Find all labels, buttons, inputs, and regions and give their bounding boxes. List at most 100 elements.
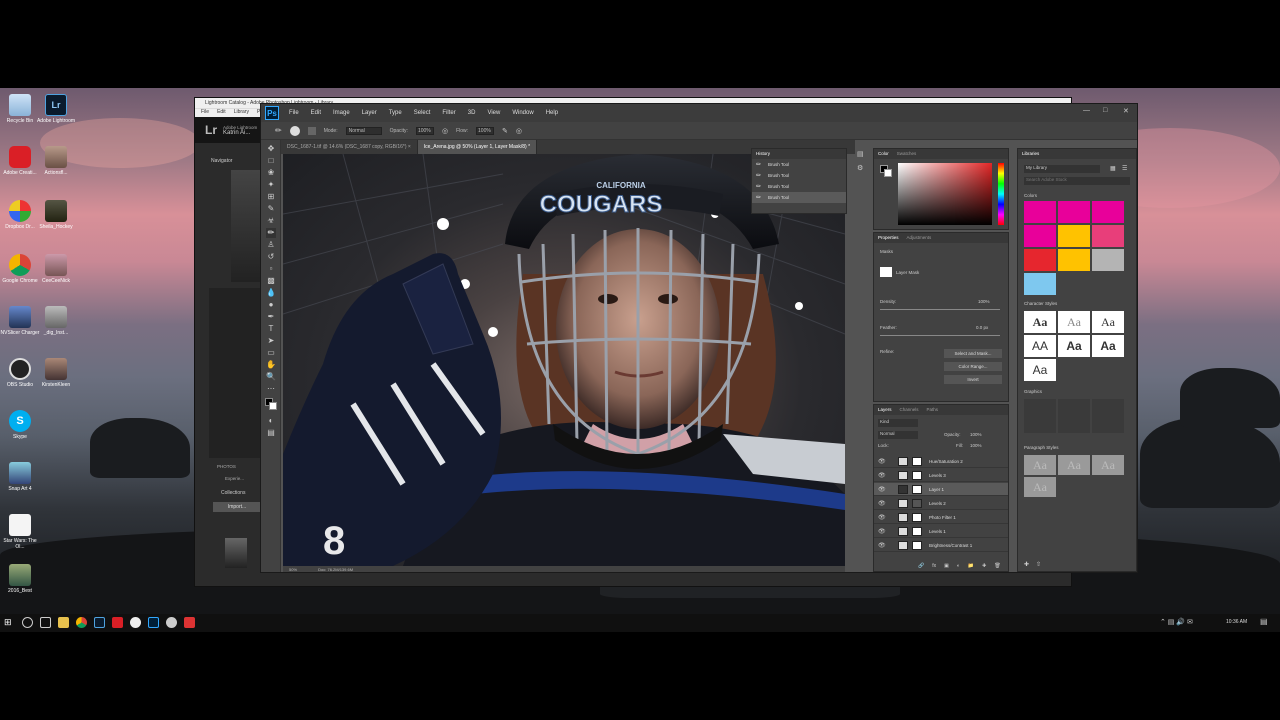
character-style[interactable]: AA	[1024, 335, 1056, 357]
layer-opacity-value[interactable]: 100%	[970, 432, 982, 437]
color-background[interactable]	[884, 169, 892, 177]
color-range-button[interactable]: Color Range...	[944, 362, 1002, 371]
desktop-icon-ceeceenick[interactable]: CeeCeeNick	[36, 254, 76, 304]
desktop-icon-dig-inst[interactable]: _dig_Inst...	[36, 306, 76, 356]
tab-color[interactable]: Color	[878, 149, 889, 159]
layer-mask-thumb[interactable]	[912, 541, 922, 550]
desktop-icon-obs[interactable]: OBS Studio	[0, 358, 40, 408]
file-explorer-icon[interactable]	[58, 617, 69, 628]
mode-select[interactable]: Normal	[345, 126, 382, 135]
history-panel[interactable]: History ✏ Brush Tool ✏ Brush Tool ✏ Brush T…	[751, 148, 847, 214]
tab-paths[interactable]: Paths	[927, 405, 939, 415]
desktop-icon-star-wars[interactable]: Star Wars: The Ol...	[0, 514, 40, 564]
opacity-field[interactable]: 100%	[415, 126, 434, 135]
brush-preset-picker[interactable]	[289, 125, 300, 136]
color-swatch[interactable]	[1024, 249, 1056, 271]
status-zoom[interactable]: 50%	[289, 567, 297, 572]
layers-panel[interactable]: Layers Channels Paths Kind Normal Opacit…	[873, 404, 1009, 572]
desktop-icon-skype[interactable]: S Skype	[0, 410, 40, 460]
layer-row[interactable]: 👁 Hue/Saturation 2	[874, 455, 1008, 468]
history-item[interactable]: ✏ Brush Tool	[752, 159, 846, 170]
zoom-tool-icon[interactable]: 🔍	[266, 372, 276, 382]
tab-swatches[interactable]: Swatches	[897, 149, 917, 159]
app-taskbar-icon[interactable]	[166, 617, 177, 628]
quick-mask-icon[interactable]: ◐	[266, 416, 276, 426]
properties-dock-icon[interactable]: ⚙	[857, 164, 869, 172]
crop-tool-icon[interactable]: ⊞	[266, 192, 276, 202]
lr-menu-file[interactable]: File	[201, 109, 209, 117]
invert-button[interactable]: Invert	[944, 375, 1002, 384]
character-style[interactable]: Aa	[1024, 311, 1056, 333]
character-style[interactable]: Aa	[1024, 359, 1056, 381]
density-slider[interactable]	[880, 309, 1000, 310]
graphic-item[interactable]	[1058, 399, 1090, 433]
maximize-icon[interactable]: □	[1103, 107, 1107, 114]
background-color-swatch[interactable]	[269, 402, 277, 410]
desktop-icon-recycle-bin[interactable]: Recycle Bin	[0, 94, 40, 144]
layer-row[interactable]: 👁 Photo Filter 1	[874, 511, 1008, 524]
select-and-mask-button[interactable]: Select and Mask...	[944, 349, 1002, 358]
visibility-eye-icon[interactable]: 👁	[878, 458, 886, 465]
dodge-tool-icon[interactable]: ●	[266, 300, 276, 310]
layer-row-selected[interactable]: 👁 Layer 1	[874, 483, 1008, 496]
ps-menu-select[interactable]: Select	[408, 110, 437, 116]
ps-menu-view[interactable]: View	[481, 110, 506, 116]
desktop-icon-creative-cloud[interactable]: Adobe Creati...	[0, 146, 40, 196]
desktop-icon-dropbox[interactable]: Dropbox Dr...	[0, 200, 40, 250]
history-item[interactable]: ✏ Brush Tool	[752, 170, 846, 181]
ps-menu-edit[interactable]: Edit	[305, 110, 327, 116]
screen-mode-icon[interactable]: ▤	[266, 428, 276, 438]
library-select[interactable]: My Library	[1024, 165, 1100, 173]
layer-row[interactable]: 👁 Levels 2	[874, 497, 1008, 510]
system-tray-icons[interactable]: ⌃ ▤ 🔊 ✉	[1160, 618, 1193, 626]
layer-mask-thumb[interactable]	[912, 527, 922, 536]
grid-view-icon[interactable]: ▦	[1110, 165, 1116, 172]
blur-tool-icon[interactable]: 💧	[266, 288, 276, 298]
feather-value[interactable]: 0.0 px	[976, 325, 988, 330]
paragraph-style[interactable]: Aa	[1024, 477, 1056, 497]
photoshop-taskbar-icon[interactable]	[148, 617, 159, 628]
tab-layers[interactable]: Layers	[878, 405, 892, 415]
trash-icon[interactable]: 🗑	[994, 563, 1000, 571]
doc-tab-dsc1687[interactable]: DSC_1687-1.tif @ 14.6% (DSC_1687 copy, R…	[281, 140, 418, 154]
creative-cloud-taskbar-icon[interactable]	[112, 617, 123, 628]
gradient-tool-icon[interactable]: ▩	[266, 276, 276, 286]
layer-mask-thumb[interactable]	[912, 457, 922, 466]
paragraph-style[interactable]: Aa	[1024, 455, 1056, 475]
shape-tool-icon[interactable]: ▭	[266, 348, 276, 358]
hand-tool-icon[interactable]: ✋	[266, 360, 276, 370]
ps-menu-file[interactable]: File	[283, 110, 305, 116]
tab-channels[interactable]: Channels	[900, 405, 919, 415]
clone-stamp-tool-icon[interactable]: ♙	[266, 240, 276, 250]
color-swatch[interactable]	[1024, 273, 1056, 295]
add-mask-icon[interactable]: ▣	[944, 563, 949, 571]
brush-settings-icon[interactable]	[307, 126, 316, 135]
tab-history[interactable]: History	[756, 149, 770, 159]
library-search-input[interactable]: Search Adobe Stock	[1024, 177, 1130, 185]
character-style[interactable]: Aa	[1058, 311, 1090, 333]
history-dock-icon[interactable]: ▤	[857, 150, 869, 158]
pressure-opacity-icon[interactable]: ◎	[442, 127, 448, 135]
properties-panel[interactable]: Properties Adjustments Masks Layer Mask …	[873, 232, 1009, 402]
doc-tab-ice-arena[interactable]: Ice_Arena.jpg @ 50% (Layer 1, Layer Mask…	[417, 140, 538, 154]
color-swatch[interactable]	[1024, 225, 1056, 247]
color-swatch[interactable]	[1092, 201, 1124, 223]
lr-menu-edit[interactable]: Edit	[217, 109, 226, 117]
pen-tool-icon[interactable]: ✒	[266, 312, 276, 322]
color-swatch[interactable]	[1092, 249, 1124, 271]
ps-menu-filter[interactable]: Filter	[436, 110, 461, 116]
eraser-tool-icon[interactable]: ▫	[266, 264, 276, 274]
brush-tool-icon[interactable]: ✏	[266, 228, 276, 238]
lr-import-button[interactable]: Import...	[213, 502, 261, 512]
desktop-icon-lightroom[interactable]: Lr Adobe Lightroom	[36, 94, 76, 144]
taskbar-clock[interactable]: 10:36 AM	[1226, 619, 1247, 625]
desktop-icon-2016-best[interactable]: 2016_Best	[0, 564, 40, 614]
desktop-icon-chrome[interactable]: Google Chrome	[0, 254, 40, 304]
lr-navigator-header[interactable]: Navigator	[211, 158, 261, 166]
ps-menu-window[interactable]: Window	[506, 110, 539, 116]
ps-canvas[interactable]: CALIFORNIA COUGARS 8	[283, 154, 845, 566]
app-taskbar-icon[interactable]	[184, 617, 195, 628]
color-panel[interactable]: Color Swatches	[873, 148, 1009, 230]
lr-menu-library[interactable]: Library	[234, 109, 249, 117]
graphic-item[interactable]	[1024, 399, 1056, 433]
